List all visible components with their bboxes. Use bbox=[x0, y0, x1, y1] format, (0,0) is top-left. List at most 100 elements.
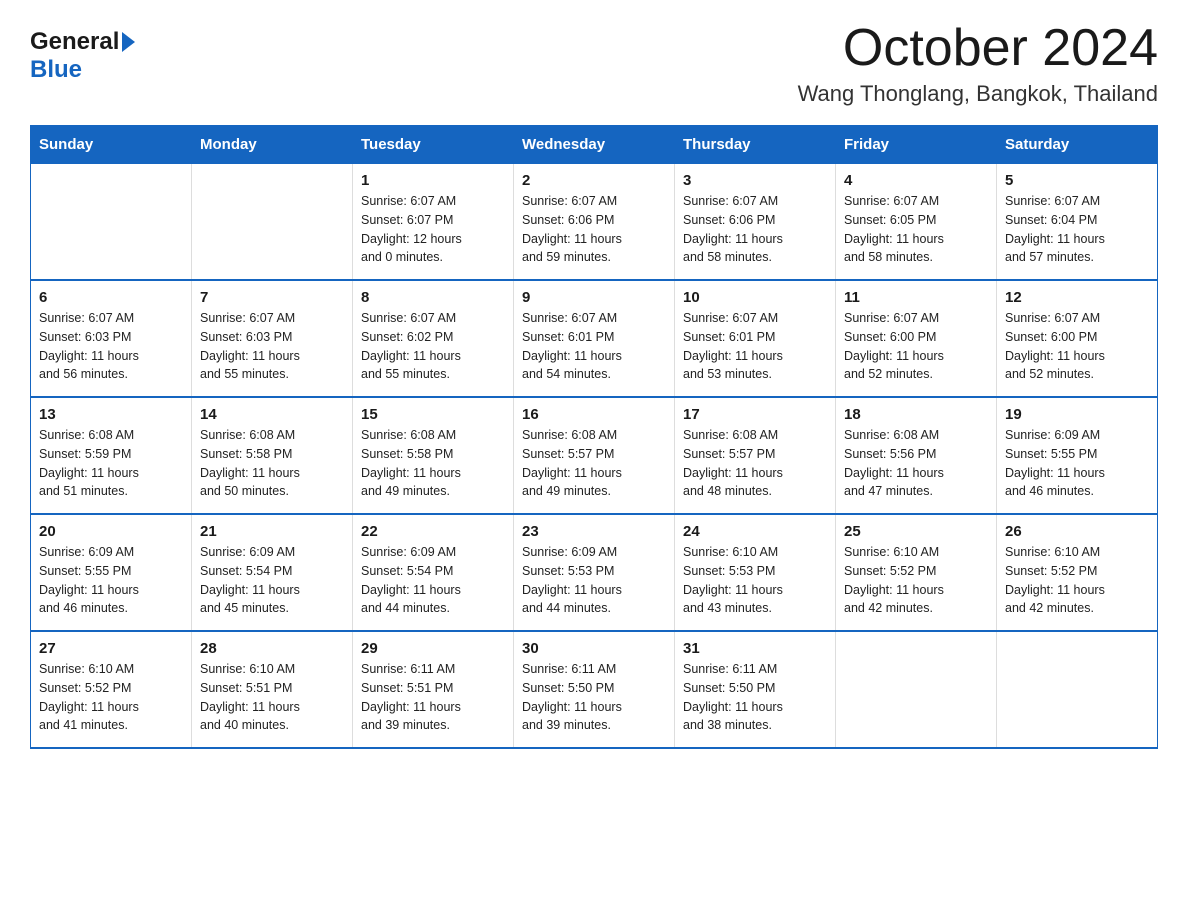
day-number: 22 bbox=[361, 523, 505, 540]
day-info: Sunrise: 6:07 AM Sunset: 6:01 PM Dayligh… bbox=[522, 309, 666, 384]
day-info: Sunrise: 6:08 AM Sunset: 5:59 PM Dayligh… bbox=[39, 426, 183, 501]
calendar-cell bbox=[192, 164, 353, 281]
calendar-header: SundayMondayTuesdayWednesdayThursdayFrid… bbox=[31, 126, 1158, 164]
calendar-cell: 14Sunrise: 6:08 AM Sunset: 5:58 PM Dayli… bbox=[192, 397, 353, 514]
calendar-cell: 25Sunrise: 6:10 AM Sunset: 5:52 PM Dayli… bbox=[836, 514, 997, 631]
calendar-cell bbox=[997, 631, 1158, 748]
day-number: 28 bbox=[200, 640, 344, 657]
weekday-header-thursday: Thursday bbox=[675, 126, 836, 164]
logo-general-text: General bbox=[30, 28, 119, 56]
calendar-cell: 5Sunrise: 6:07 AM Sunset: 6:04 PM Daylig… bbox=[997, 164, 1158, 281]
day-info: Sunrise: 6:11 AM Sunset: 5:51 PM Dayligh… bbox=[361, 660, 505, 735]
day-number: 19 bbox=[1005, 406, 1149, 423]
day-info: Sunrise: 6:07 AM Sunset: 6:01 PM Dayligh… bbox=[683, 309, 827, 384]
calendar-cell: 22 Sunrise: 6:09 AM Sunset: 5:54 PM Dayli… bbox=[353, 514, 514, 631]
calendar-table: SundayMondayTuesdayWednesdayThursdayFrid… bbox=[30, 125, 1158, 749]
day-number: 2 bbox=[522, 172, 666, 189]
week-row-3: 13 Sunrise: 6:08 AM Sunset: 5:59 PM Dayli… bbox=[31, 397, 1158, 514]
day-number: 31 bbox=[683, 640, 827, 657]
calendar-cell: 20Sunrise: 6:09 AM Sunset: 5:55 PM Dayli… bbox=[31, 514, 192, 631]
title-block: October 2024 Wang Thonglang, Bangkok, Th… bbox=[798, 20, 1158, 107]
day-number: 8 bbox=[361, 289, 505, 306]
day-number: 14 bbox=[200, 406, 344, 423]
calendar-cell: 23 Sunrise: 6:09 AM Sunset: 5:53 PM Dayli… bbox=[514, 514, 675, 631]
day-info: Sunrise: 6:07 AM Sunset: 6:06 PM Dayligh… bbox=[522, 192, 666, 267]
day-number: 9 bbox=[522, 289, 666, 306]
day-number: 4 bbox=[844, 172, 988, 189]
calendar-cell: 12 Sunrise: 6:07 AM Sunset: 6:00 PM Dayli… bbox=[997, 280, 1158, 397]
day-info: Sunrise: 6:09 AM Sunset: 5:55 PM Dayligh… bbox=[39, 543, 183, 618]
calendar-cell: 8 Sunrise: 6:07 AM Sunset: 6:02 PM Daylig… bbox=[353, 280, 514, 397]
calendar-cell: 31 Sunrise: 6:11 AM Sunset: 5:50 PM Dayli… bbox=[675, 631, 836, 748]
day-info: Sunrise: 6:09 AM Sunset: 5:53 PM Dayligh… bbox=[522, 543, 666, 618]
day-info: Sunrise: 6:09 AM Sunset: 5:54 PM Dayligh… bbox=[200, 543, 344, 618]
day-number: 23 bbox=[522, 523, 666, 540]
day-info: Sunrise: 6:07 AM Sunset: 6:06 PM Dayligh… bbox=[683, 192, 827, 267]
day-info: Sunrise: 6:07 AM Sunset: 6:00 PM Dayligh… bbox=[844, 309, 988, 384]
logo: General Blue bbox=[30, 20, 135, 84]
calendar-cell: 3Sunrise: 6:07 AM Sunset: 6:06 PM Daylig… bbox=[675, 164, 836, 281]
page-subtitle: Wang Thonglang, Bangkok, Thailand bbox=[798, 81, 1158, 107]
calendar-cell: 28 Sunrise: 6:10 AM Sunset: 5:51 PM Dayli… bbox=[192, 631, 353, 748]
calendar-cell: 13 Sunrise: 6:08 AM Sunset: 5:59 PM Dayli… bbox=[31, 397, 192, 514]
calendar-cell: 11 Sunrise: 6:07 AM Sunset: 6:00 PM Dayli… bbox=[836, 280, 997, 397]
weekday-header-tuesday: Tuesday bbox=[353, 126, 514, 164]
day-number: 29 bbox=[361, 640, 505, 657]
weekday-header-saturday: Saturday bbox=[997, 126, 1158, 164]
week-row-5: 27Sunrise: 6:10 AM Sunset: 5:52 PM Dayli… bbox=[31, 631, 1158, 748]
calendar-cell: 4 Sunrise: 6:07 AM Sunset: 6:05 PM Daylig… bbox=[836, 164, 997, 281]
day-info: Sunrise: 6:07 AM Sunset: 6:05 PM Dayligh… bbox=[844, 192, 988, 267]
day-info: Sunrise: 6:08 AM Sunset: 5:57 PM Dayligh… bbox=[683, 426, 827, 501]
calendar-cell: 9 Sunrise: 6:07 AM Sunset: 6:01 PM Daylig… bbox=[514, 280, 675, 397]
day-number: 10 bbox=[683, 289, 827, 306]
weekday-header-wednesday: Wednesday bbox=[514, 126, 675, 164]
day-info: Sunrise: 6:10 AM Sunset: 5:52 PM Dayligh… bbox=[39, 660, 183, 735]
calendar-cell: 1 Sunrise: 6:07 AM Sunset: 6:07 PM Daylig… bbox=[353, 164, 514, 281]
day-info: Sunrise: 6:10 AM Sunset: 5:51 PM Dayligh… bbox=[200, 660, 344, 735]
day-number: 16 bbox=[522, 406, 666, 423]
week-row-4: 20Sunrise: 6:09 AM Sunset: 5:55 PM Dayli… bbox=[31, 514, 1158, 631]
day-number: 7 bbox=[200, 289, 344, 306]
calendar-cell bbox=[836, 631, 997, 748]
calendar-cell: 2 Sunrise: 6:07 AM Sunset: 6:06 PM Daylig… bbox=[514, 164, 675, 281]
day-number: 30 bbox=[522, 640, 666, 657]
day-info: Sunrise: 6:07 AM Sunset: 6:00 PM Dayligh… bbox=[1005, 309, 1149, 384]
day-info: Sunrise: 6:11 AM Sunset: 5:50 PM Dayligh… bbox=[683, 660, 827, 735]
calendar-cell bbox=[31, 164, 192, 281]
day-info: Sunrise: 6:10 AM Sunset: 5:52 PM Dayligh… bbox=[1005, 543, 1149, 618]
calendar-cell: 27Sunrise: 6:10 AM Sunset: 5:52 PM Dayli… bbox=[31, 631, 192, 748]
day-number: 1 bbox=[361, 172, 505, 189]
calendar-cell: 16 Sunrise: 6:08 AM Sunset: 5:57 PM Dayli… bbox=[514, 397, 675, 514]
day-number: 24 bbox=[683, 523, 827, 540]
logo-chevron-icon bbox=[122, 32, 135, 52]
day-info: Sunrise: 6:09 AM Sunset: 5:55 PM Dayligh… bbox=[1005, 426, 1149, 501]
week-row-2: 6Sunrise: 6:07 AM Sunset: 6:03 PM Daylig… bbox=[31, 280, 1158, 397]
day-number: 6 bbox=[39, 289, 183, 306]
day-number: 18 bbox=[844, 406, 988, 423]
calendar-cell: 6Sunrise: 6:07 AM Sunset: 6:03 PM Daylig… bbox=[31, 280, 192, 397]
calendar-cell: 24Sunrise: 6:10 AM Sunset: 5:53 PM Dayli… bbox=[675, 514, 836, 631]
day-number: 12 bbox=[1005, 289, 1149, 306]
calendar-cell: 30Sunrise: 6:11 AM Sunset: 5:50 PM Dayli… bbox=[514, 631, 675, 748]
calendar-cell: 29 Sunrise: 6:11 AM Sunset: 5:51 PM Dayli… bbox=[353, 631, 514, 748]
week-row-1: 1 Sunrise: 6:07 AM Sunset: 6:07 PM Daylig… bbox=[31, 164, 1158, 281]
page-header: General Blue October 2024 Wang Thonglang… bbox=[30, 20, 1158, 107]
day-info: Sunrise: 6:10 AM Sunset: 5:52 PM Dayligh… bbox=[844, 543, 988, 618]
day-info: Sunrise: 6:07 AM Sunset: 6:07 PM Dayligh… bbox=[361, 192, 505, 267]
day-info: Sunrise: 6:08 AM Sunset: 5:57 PM Dayligh… bbox=[522, 426, 666, 501]
day-number: 11 bbox=[844, 289, 988, 306]
weekday-header-row: SundayMondayTuesdayWednesdayThursdayFrid… bbox=[31, 126, 1158, 164]
calendar-cell: 17Sunrise: 6:08 AM Sunset: 5:57 PM Dayli… bbox=[675, 397, 836, 514]
day-info: Sunrise: 6:09 AM Sunset: 5:54 PM Dayligh… bbox=[361, 543, 505, 618]
calendar-cell: 10 Sunrise: 6:07 AM Sunset: 6:01 PM Dayli… bbox=[675, 280, 836, 397]
day-info: Sunrise: 6:07 AM Sunset: 6:02 PM Dayligh… bbox=[361, 309, 505, 384]
day-info: Sunrise: 6:07 AM Sunset: 6:04 PM Dayligh… bbox=[1005, 192, 1149, 267]
day-info: Sunrise: 6:08 AM Sunset: 5:56 PM Dayligh… bbox=[844, 426, 988, 501]
day-number: 15 bbox=[361, 406, 505, 423]
day-number: 13 bbox=[39, 406, 183, 423]
weekday-header-monday: Monday bbox=[192, 126, 353, 164]
logo-blue-text: Blue bbox=[30, 56, 82, 83]
calendar-cell: 21Sunrise: 6:09 AM Sunset: 5:54 PM Dayli… bbox=[192, 514, 353, 631]
calendar-cell: 15Sunrise: 6:08 AM Sunset: 5:58 PM Dayli… bbox=[353, 397, 514, 514]
page-title: October 2024 bbox=[798, 20, 1158, 77]
